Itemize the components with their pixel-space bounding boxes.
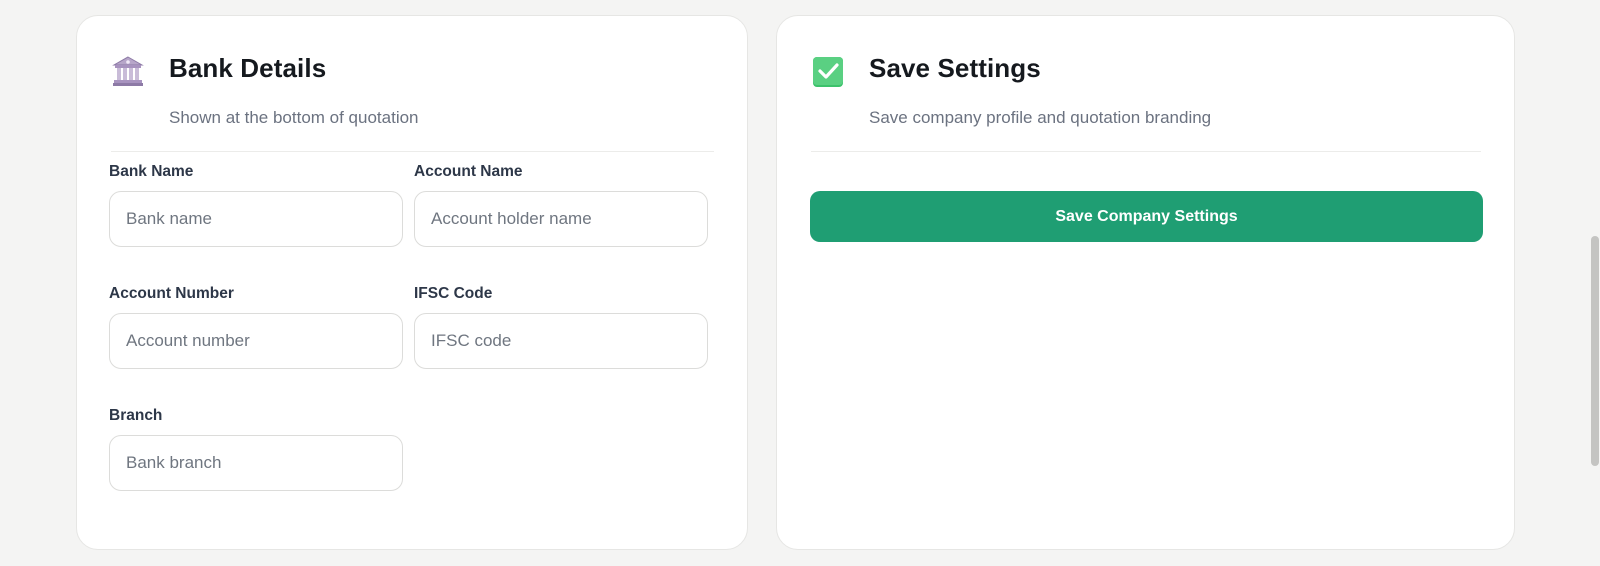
bank-details-card: Bank Details Shown at the bottom of quot… — [76, 15, 748, 550]
account-number-label: Account Number — [109, 285, 234, 302]
bank-icon — [111, 54, 145, 88]
account-number-input[interactable] — [109, 313, 403, 369]
ifsc-code-label: IFSC Code — [414, 285, 493, 302]
settings-page: Bank Details Shown at the bottom of quot… — [0, 0, 1600, 566]
bank-name-input[interactable] — [109, 191, 403, 247]
bank-details-title: Bank Details — [169, 53, 327, 83]
branch-input[interactable] — [109, 435, 403, 491]
bank-details-header: Bank Details Shown at the bottom of quot… — [111, 52, 714, 152]
ifsc-code-input[interactable] — [414, 313, 708, 369]
save-settings-title: Save Settings — [869, 53, 1041, 83]
branch-label: Branch — [109, 407, 163, 424]
account-name-input[interactable] — [414, 191, 708, 247]
save-company-settings-button[interactable]: Save Company Settings — [810, 191, 1483, 242]
check-box-icon — [811, 54, 845, 88]
scrollbar-thumb[interactable] — [1591, 236, 1599, 466]
account-name-label: Account Name — [414, 163, 523, 180]
save-settings-subtitle: Save company profile and quotation brand… — [869, 108, 1212, 127]
bank-details-subtitle: Shown at the bottom of quotation — [169, 108, 419, 127]
save-settings-header: Save Settings Save company profile and q… — [811, 52, 1481, 152]
save-settings-card: Save Settings Save company profile and q… — [776, 15, 1515, 550]
bank-name-label: Bank Name — [109, 163, 194, 180]
